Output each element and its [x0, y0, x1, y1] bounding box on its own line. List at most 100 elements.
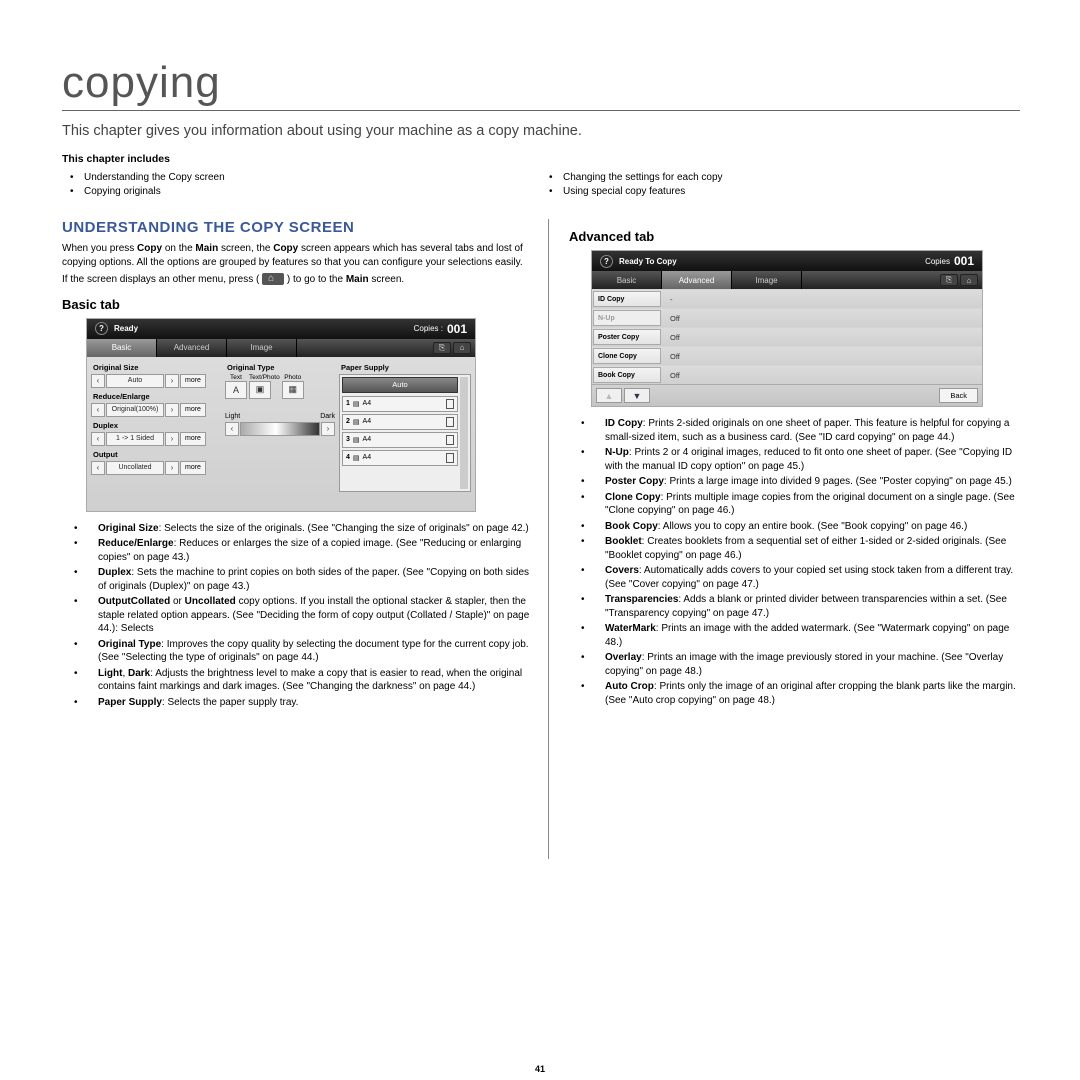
row-value: Off — [662, 309, 680, 327]
more-button[interactable]: more — [180, 461, 206, 475]
more-button[interactable]: more — [180, 374, 206, 388]
toc-item: Using special copy features — [541, 185, 1020, 199]
arrow-right-icon[interactable]: › — [165, 432, 179, 446]
scrollbar[interactable] — [460, 377, 468, 489]
home-icon — [262, 273, 284, 285]
duplex-value[interactable]: 1 -> 1 Sided — [106, 432, 164, 446]
light-label: Light — [225, 413, 240, 420]
page-number: 41 — [0, 1064, 1080, 1074]
divider — [62, 110, 1020, 111]
more-button[interactable]: more — [180, 432, 206, 446]
list-item: Poster Copy: Prints a large image into d… — [593, 475, 1019, 489]
arrow-right-icon[interactable]: › — [165, 461, 179, 475]
reduce-enlarge-value[interactable]: Original(100%) — [106, 403, 164, 417]
tab-advanced[interactable]: Advanced — [662, 271, 732, 289]
copies-value: 001 — [447, 322, 467, 336]
copies-label: Copies — [925, 257, 950, 266]
list-item: Booklet: Creates booklets from a sequent… — [593, 535, 1019, 562]
section-heading: UNDERSTANDING THE COPY SCREEN — [62, 219, 532, 236]
tray-icon[interactable]: ⎘ — [940, 274, 958, 286]
list-item: Original Type: Improves the copy quality… — [86, 638, 532, 665]
tab-basic[interactable]: Basic — [592, 271, 662, 289]
list-item: OutputCollated or Uncollated copy option… — [86, 595, 532, 636]
tray-option[interactable]: 3▤A4 — [342, 432, 458, 448]
group-label: Reduce/Enlarge — [93, 392, 221, 401]
chapter-title: copying — [62, 58, 1020, 108]
home-icon[interactable]: ⌂ — [453, 342, 471, 354]
arrow-left-icon[interactable]: ‹ — [91, 432, 105, 446]
tray-option[interactable]: 1▤A4 — [342, 396, 458, 412]
chapter-intro: This chapter gives you information about… — [62, 123, 1020, 139]
arrow-right-icon[interactable]: › — [165, 374, 179, 388]
row-button[interactable]: ID Copy — [593, 291, 661, 307]
row-value: Off — [662, 366, 680, 384]
tab-basic[interactable]: Basic — [87, 339, 157, 357]
group-label: Paper Supply — [341, 363, 471, 372]
type-textphoto-button[interactable]: ▣ — [249, 381, 271, 399]
tab-advanced[interactable]: Advanced — [157, 339, 227, 357]
arrow-left-icon[interactable]: ‹ — [91, 374, 105, 388]
type-text-button[interactable]: A — [225, 381, 247, 399]
advanced-row: Book CopyOff — [592, 365, 982, 384]
tab-image[interactable]: Image — [227, 339, 297, 357]
toc-item: Understanding the Copy screen — [62, 171, 541, 185]
type-photo-button[interactable]: ▦ — [282, 381, 304, 399]
list-item: WaterMark: Prints an image with the adde… — [593, 622, 1019, 649]
tray-option[interactable]: 4▤A4 — [342, 450, 458, 466]
list-item: Duplex: Sets the machine to print copies… — [86, 566, 532, 593]
original-size-value[interactable]: Auto — [106, 374, 164, 388]
arrow-right-icon[interactable]: › — [321, 422, 335, 436]
more-button[interactable]: more — [180, 403, 206, 417]
copies-label: Copies : — [414, 324, 443, 333]
tray-icon[interactable]: ⎘ — [433, 342, 451, 354]
help-icon[interactable]: ? — [95, 322, 108, 335]
advanced-row: Clone CopyOff — [592, 346, 982, 365]
back-button[interactable]: Back — [939, 388, 978, 403]
list-item: Reduce/Enlarge: Reduces or enlarges the … — [86, 537, 532, 564]
advanced-tab-screenshot: ? Ready To Copy Copies 001 Basic Advance… — [591, 250, 983, 407]
row-button[interactable]: Poster Copy — [593, 329, 661, 345]
paragraph: When you press Copy on the Main screen, … — [62, 242, 532, 269]
row-value: Off — [662, 328, 680, 346]
status-text: Ready To Copy — [619, 257, 925, 266]
list-item: Book Copy: Allows you to copy an entire … — [593, 520, 1019, 534]
status-text: Ready — [114, 324, 414, 333]
arrow-up-icon[interactable]: ▲ — [596, 388, 622, 403]
output-value[interactable]: Uncollated — [106, 461, 164, 475]
group-label: Original Type — [227, 363, 335, 372]
list-item: Clone Copy: Prints multiple image copies… — [593, 491, 1019, 518]
toc-item: Changing the settings for each copy — [541, 171, 1020, 185]
arrow-down-icon[interactable]: ▼ — [624, 388, 650, 403]
paragraph: If the screen displays an other menu, pr… — [62, 273, 532, 287]
list-item: Transparencies: Adds a blank or printed … — [593, 593, 1019, 620]
help-icon[interactable]: ? — [600, 255, 613, 268]
type-label: Photo — [282, 374, 304, 381]
list-item: Original Size: Selects the size of the o… — [86, 522, 532, 536]
group-label: Original Size — [93, 363, 221, 372]
column-divider — [548, 219, 549, 859]
home-icon[interactable]: ⌂ — [960, 274, 978, 286]
arrow-left-icon[interactable]: ‹ — [225, 422, 239, 436]
row-button[interactable]: N-Up — [593, 310, 661, 326]
subsection-heading: Basic tab — [62, 297, 532, 312]
arrow-left-icon[interactable]: ‹ — [91, 461, 105, 475]
tab-image[interactable]: Image — [732, 271, 802, 289]
tray-option[interactable]: 2▤A4 — [342, 414, 458, 430]
row-button[interactable]: Clone Copy — [593, 348, 661, 364]
basic-bullet-list: Original Size: Selects the size of the o… — [86, 522, 532, 710]
arrow-left-icon[interactable]: ‹ — [91, 403, 105, 417]
list-item: N-Up: Prints 2 or 4 original images, red… — [593, 446, 1019, 473]
list-item: Covers: Automatically adds covers to you… — [593, 564, 1019, 591]
advanced-row: N-UpOff — [592, 308, 982, 327]
list-item: Overlay: Prints an image with the image … — [593, 651, 1019, 678]
toc-item: Copying originals — [62, 185, 541, 199]
paper-auto-button[interactable]: Auto — [342, 377, 458, 393]
advanced-row: Poster CopyOff — [592, 327, 982, 346]
advanced-row: ID Copy- — [592, 289, 982, 308]
arrow-right-icon[interactable]: › — [165, 403, 179, 417]
darkness-slider[interactable] — [240, 422, 320, 436]
list-item: Paper Supply: Selects the paper supply t… — [86, 696, 532, 710]
row-value: Off — [662, 347, 680, 365]
row-value: - — [662, 290, 673, 308]
row-button[interactable]: Book Copy — [593, 367, 661, 383]
